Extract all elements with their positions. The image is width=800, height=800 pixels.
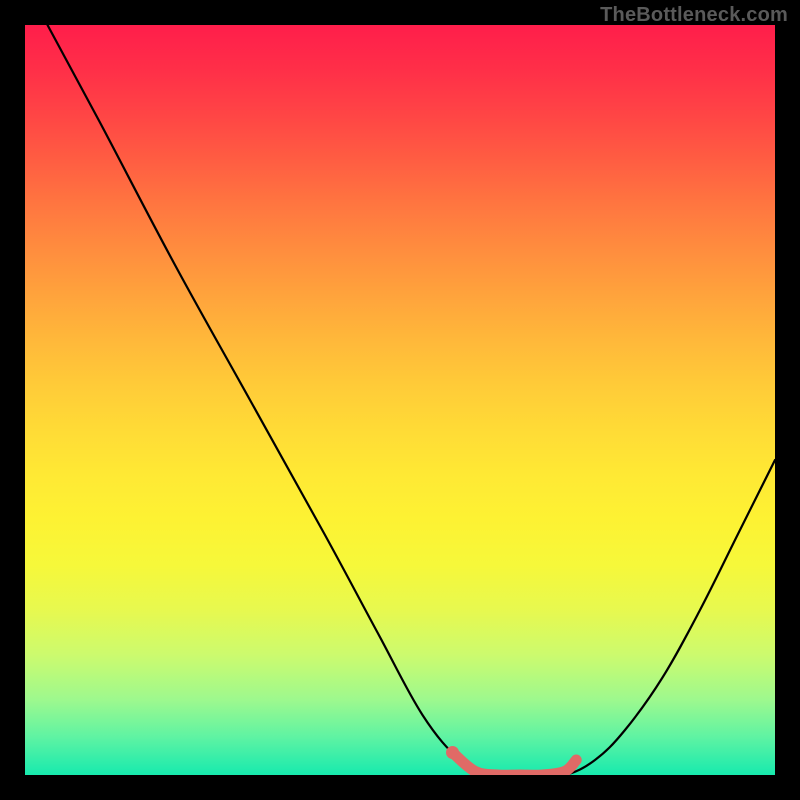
highlight-path bbox=[453, 753, 577, 776]
bottleneck-curve-path bbox=[48, 25, 776, 775]
watermark-text: TheBottleneck.com bbox=[600, 4, 788, 27]
highlight-start-dot bbox=[446, 746, 459, 759]
chart-stage: TheBottleneck.com bbox=[0, 0, 800, 800]
plot-area bbox=[25, 25, 775, 775]
curve-svg bbox=[25, 25, 775, 775]
